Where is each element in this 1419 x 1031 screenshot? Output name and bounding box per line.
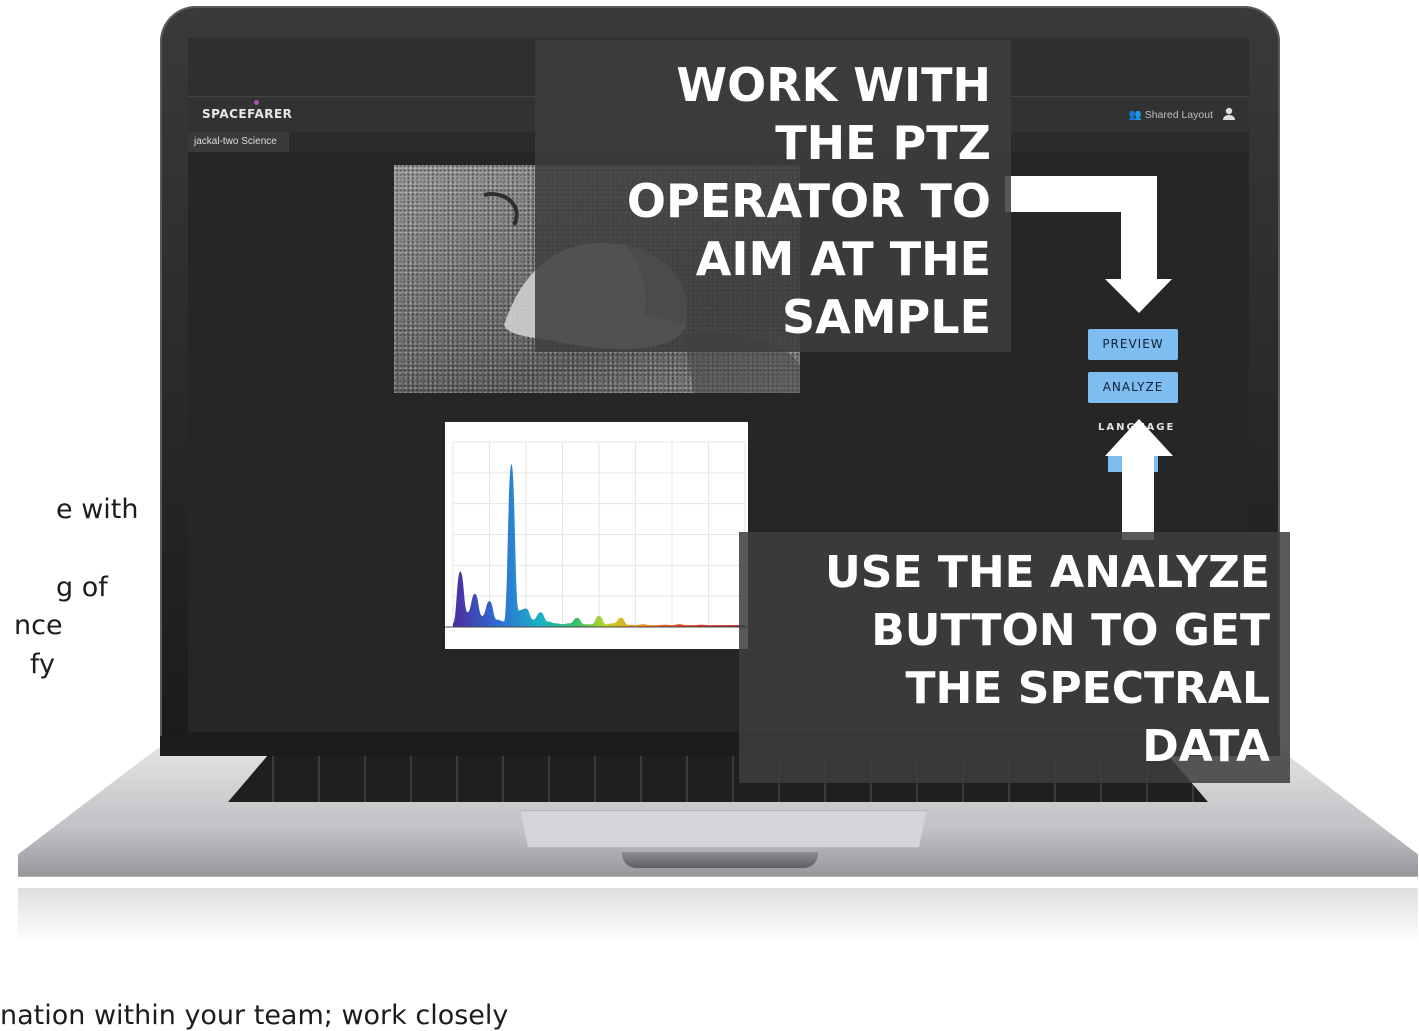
callout-bottom-line-3: THE SPECTRAL bbox=[905, 663, 1270, 714]
callout-top-line-2: THE PTZ bbox=[775, 116, 991, 170]
arrow-up-icon bbox=[1105, 419, 1173, 540]
callout-top-line-1: WORK WITH bbox=[676, 58, 991, 112]
callout-bottom-line-2: BUTTON TO GET bbox=[871, 605, 1270, 656]
callout-bottom: USE THE ANALYZE BUTTON TO GET THE SPECTR… bbox=[739, 532, 1290, 783]
callout-top-line-5: SAMPLE bbox=[782, 290, 991, 344]
arrow-down-icon bbox=[1005, 176, 1172, 313]
callout-bottom-line-1: USE THE ANALYZE bbox=[825, 547, 1270, 598]
callout-top-line-3: OPERATOR TO bbox=[626, 174, 991, 228]
callout-top-line-4: AIM AT THE bbox=[695, 232, 991, 286]
callout-top: WORK WITH THE PTZ OPERATOR TO AIM AT THE… bbox=[535, 40, 1011, 352]
callout-bottom-line-4: DATA bbox=[1142, 721, 1270, 772]
